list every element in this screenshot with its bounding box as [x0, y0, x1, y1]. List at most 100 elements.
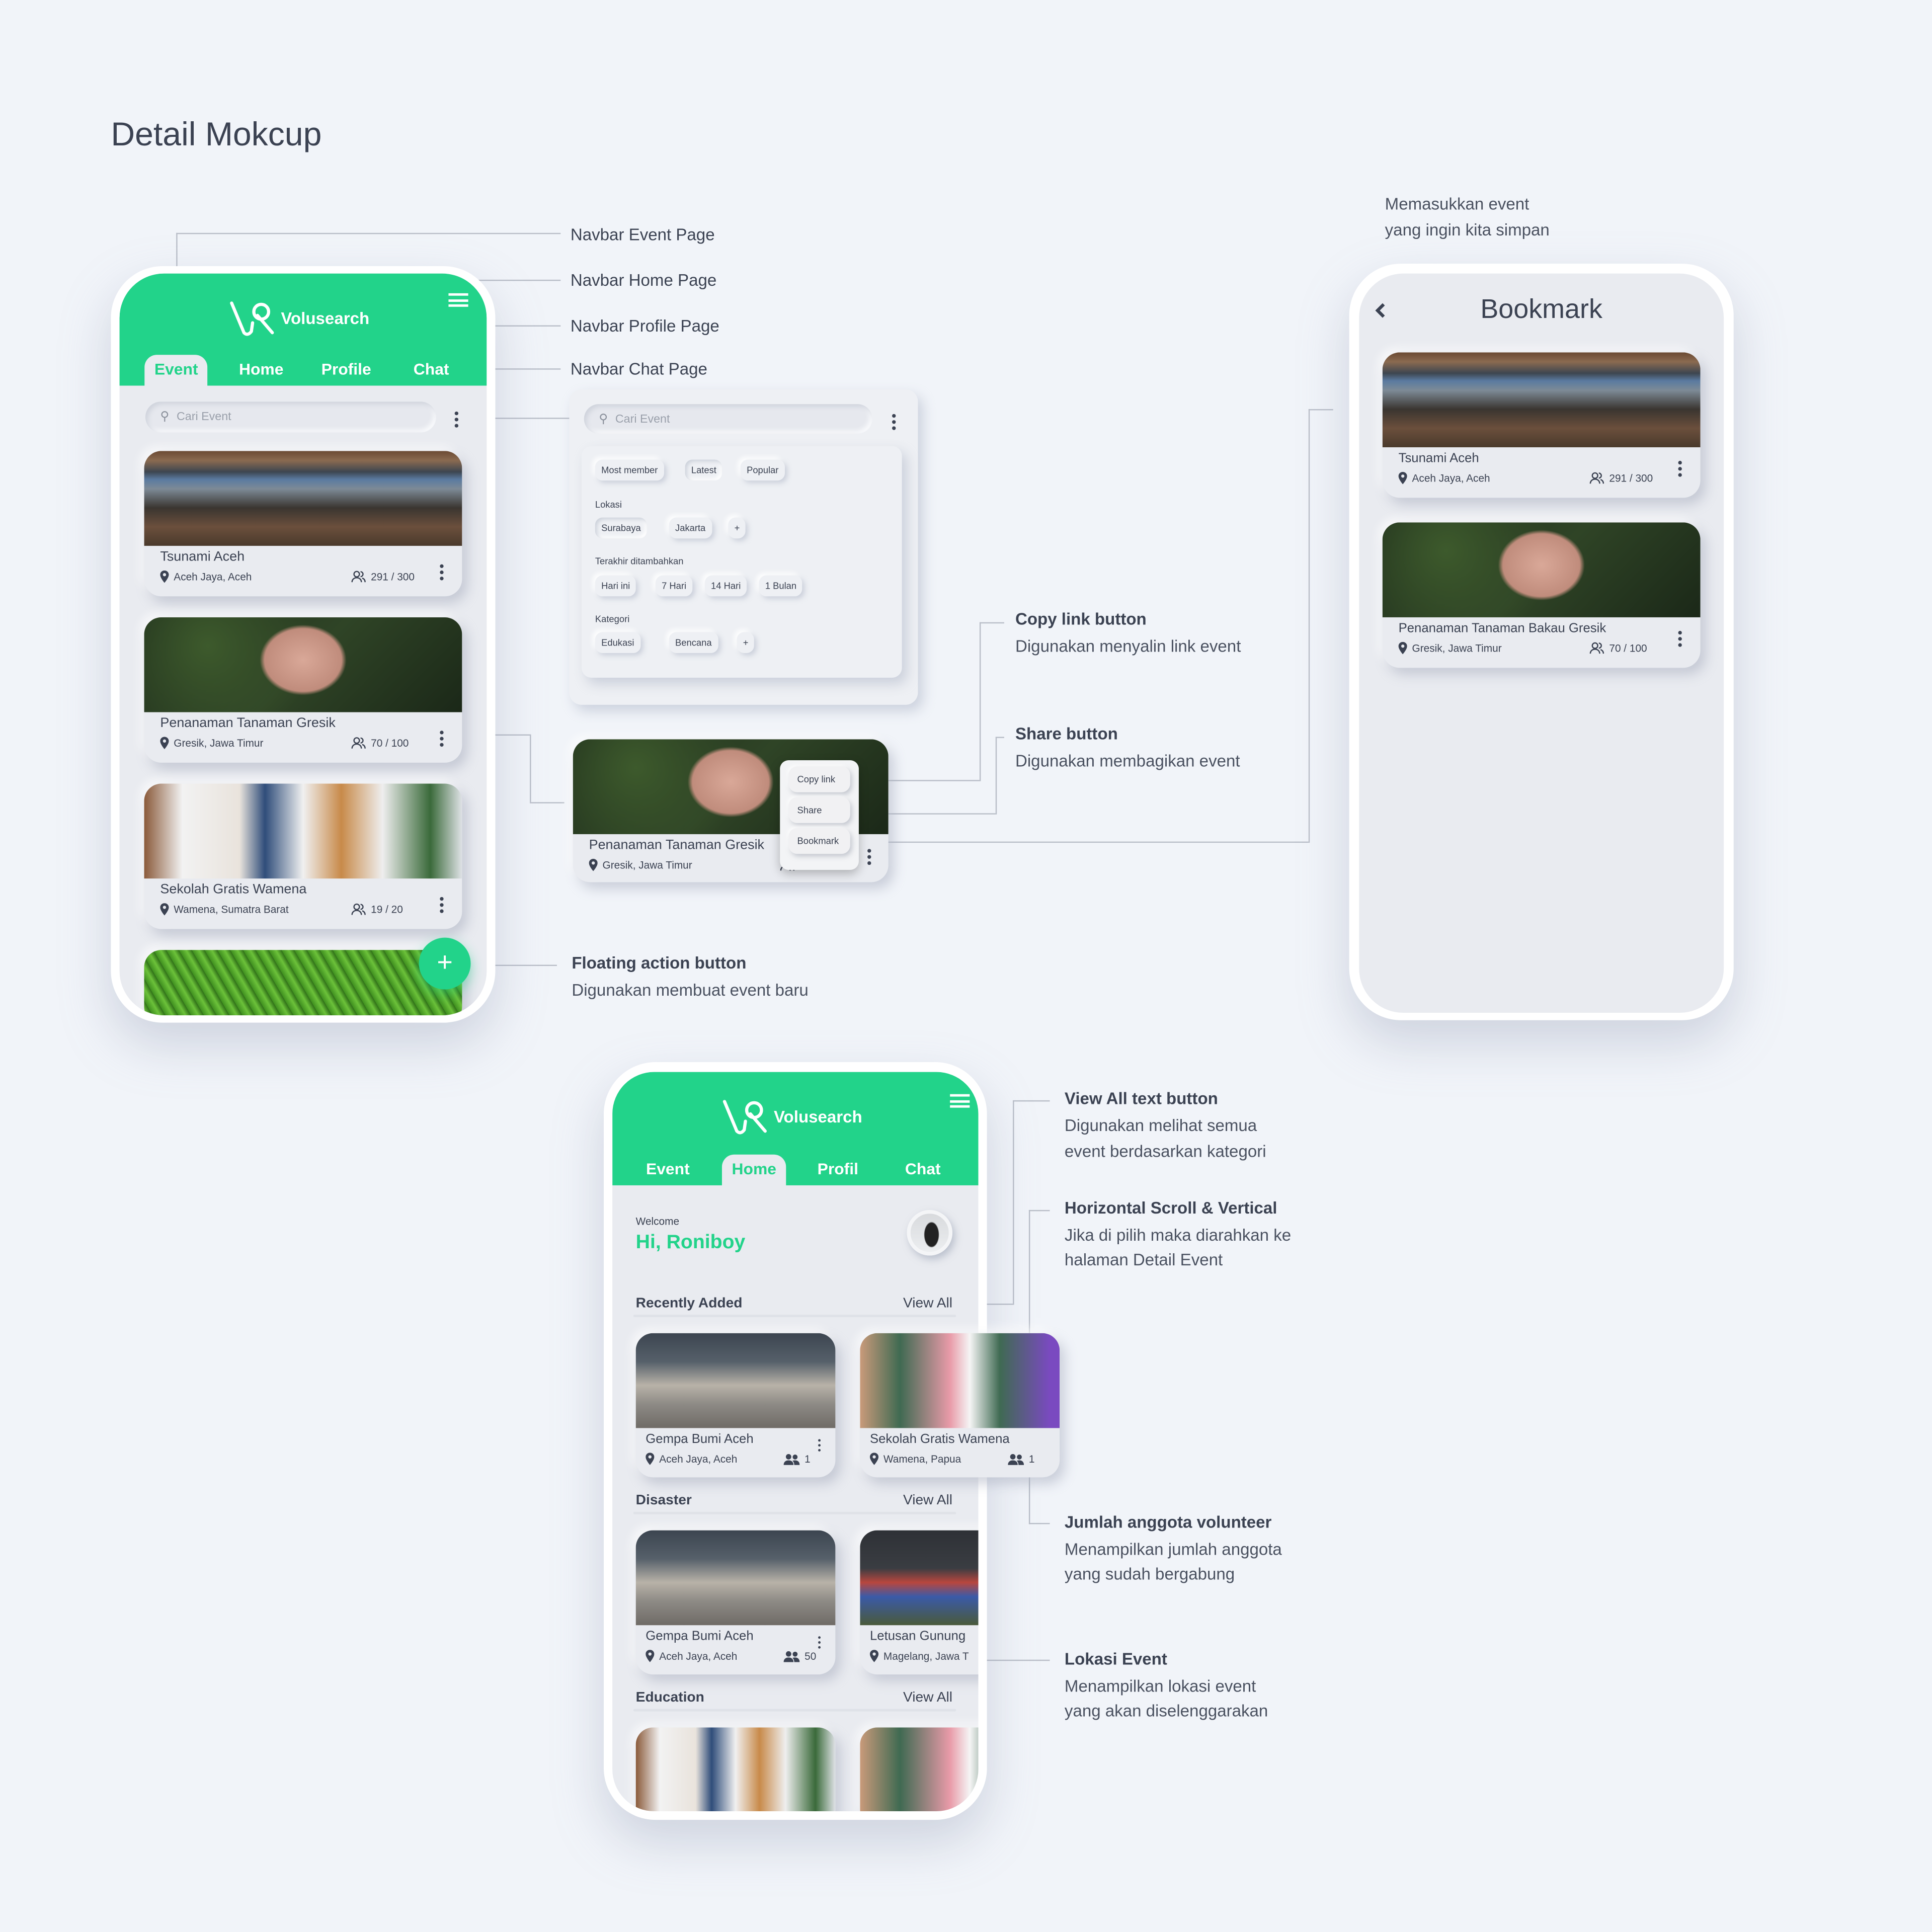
- mockup-canvas: Detail Mokcup Navbar Event Page Navbar H…: [0, 0, 1932, 1932]
- event-page-screen: Volusearch Event Home Profile Chat ⚲ Cari…: [119, 273, 487, 1015]
- filter-chip[interactable]: Edukasi: [595, 632, 640, 653]
- annotation-location-title: Lokasi Event: [1064, 1650, 1167, 1668]
- tab-event[interactable]: Event: [646, 1159, 690, 1178]
- event-card[interactable]: Gempa Bumi Aceh Aceh Jaya, Aceh 50: [635, 1530, 836, 1675]
- event-card[interactable]: [860, 1727, 979, 1812]
- event-card[interactable]: Penanaman Tanaman Bakau Gresik Gresik, Ja…: [1382, 522, 1701, 668]
- filter-more-icon[interactable]: [892, 414, 897, 433]
- filter-label-kategori: Kategori: [595, 613, 630, 625]
- filter-chip[interactable]: 14 Hari: [704, 575, 747, 597]
- members-icon: [351, 571, 366, 583]
- more-options-icon[interactable]: [1678, 460, 1683, 479]
- view-all-button[interactable]: View All: [903, 1296, 952, 1311]
- hamburger-menu-icon[interactable]: [950, 1094, 970, 1108]
- event-location: Gresik, Jawa Timur: [160, 737, 263, 749]
- event-card[interactable]: [635, 1727, 836, 1812]
- tab-chat[interactable]: Chat: [414, 360, 449, 378]
- event-card[interactable]: Gempa Bumi Aceh Aceh Jaya, Aceh 1: [635, 1333, 836, 1478]
- event-card[interactable]: Letusan Gunung Magelang, Jawa T: [860, 1530, 979, 1675]
- location-pin-icon: [160, 570, 169, 583]
- event-members: 70 / 100: [351, 737, 409, 749]
- filter-chip[interactable]: Most member: [595, 459, 664, 481]
- event-location: Aceh Jaya, Aceh: [646, 1650, 737, 1662]
- event-card[interactable]: Sekolah Gratis Wamena Wamena, Papua 1: [860, 1333, 1060, 1478]
- view-all-button[interactable]: View All: [903, 1493, 952, 1508]
- tab-profile[interactable]: Profile: [321, 360, 371, 378]
- connector-line: [176, 232, 561, 234]
- event-card[interactable]: Sekolah Gratis Wamena Wamena, Sumatra Bar…: [144, 783, 462, 929]
- connector-line: [1308, 409, 1310, 843]
- filter-chip[interactable]: Surabaya: [595, 517, 647, 539]
- annotation-view-all-title: View All text button: [1064, 1089, 1218, 1108]
- event-location-text: Gresik, Jawa Timur: [602, 858, 692, 871]
- event-location: Aceh Jaya, Aceh: [646, 1453, 737, 1465]
- annotation-navbar-profile: Navbar Profile Page: [570, 316, 719, 336]
- location-pin-icon: [869, 1453, 879, 1465]
- event-card[interactable]: [144, 950, 462, 1015]
- more-options-icon[interactable]: [818, 1439, 823, 1454]
- navbar: Volusearch Event Home Profile Chat: [119, 273, 487, 388]
- volusearch-logo-icon: [722, 1100, 767, 1135]
- event-card[interactable]: Penanaman Tanaman Gresik Gresik, Jawa Tim…: [144, 617, 462, 763]
- filter-chip[interactable]: Bencana: [669, 632, 718, 653]
- event-image: [144, 617, 462, 712]
- event-card[interactable]: Tsunami Aceh Aceh Jaya, Aceh 291 / 300: [144, 451, 462, 597]
- filter-chip[interactable]: 1 Bulan: [759, 575, 803, 597]
- filter-more-icon[interactable]: [454, 411, 460, 430]
- search-input[interactable]: ⚲ Cari Event: [145, 401, 436, 433]
- welcome-label: Welcome: [635, 1215, 680, 1228]
- more-options-icon[interactable]: [440, 564, 445, 583]
- tab-profil[interactable]: Profil: [818, 1159, 858, 1178]
- tab-chat[interactable]: Chat: [905, 1159, 941, 1178]
- hamburger-menu-icon[interactable]: [448, 293, 468, 307]
- more-options-icon[interactable]: [867, 849, 872, 867]
- avatar[interactable]: [907, 1210, 953, 1256]
- location-pin-icon: [869, 1650, 879, 1662]
- filter-chip[interactable]: Latest: [685, 459, 723, 481]
- filter-screen: ⚲ Cari Event Most member Latest Popular Loka…: [569, 389, 918, 705]
- section-divider: [633, 1709, 956, 1712]
- section-title: Recently Added: [635, 1296, 743, 1311]
- search-input[interactable]: ⚲ Cari Event: [584, 404, 872, 434]
- more-options-icon[interactable]: [440, 897, 445, 916]
- connector-line: [1308, 409, 1333, 411]
- app-name: Volusearch: [773, 1107, 862, 1126]
- filter-chip[interactable]: +: [728, 517, 746, 539]
- filter-chip[interactable]: +: [737, 632, 755, 653]
- tab-home[interactable]: Home: [721, 1154, 786, 1188]
- location-pin-icon: [646, 1650, 655, 1662]
- event-title: Gempa Bumi Aceh: [646, 1431, 754, 1447]
- event-title: Tsunami Aceh: [160, 549, 245, 565]
- event-card[interactable]: Tsunami Aceh Aceh Jaya, Aceh 291 / 300: [1382, 352, 1701, 498]
- filter-panel: Most member Latest Popular Lokasi Surabaya Ja…: [581, 446, 902, 678]
- tab-home[interactable]: Home: [239, 360, 283, 378]
- event-location-text: Aceh Jaya, Aceh: [659, 1650, 738, 1662]
- event-location-text: Aceh Jaya, Aceh: [174, 570, 252, 583]
- search-placeholder: Cari Event: [615, 412, 670, 426]
- event-location-text: Wamena, Papua: [883, 1453, 961, 1465]
- connector-line: [1028, 1522, 1050, 1524]
- filter-chip[interactable]: 7 Hari: [655, 575, 693, 597]
- home-page-screen: Volusearch Event Home Profil Chat Welcom…: [612, 1072, 1060, 1812]
- add-event-fab[interactable]: +: [419, 937, 471, 990]
- copy-link-button[interactable]: Copy link: [788, 766, 850, 792]
- connector-line: [1013, 1100, 1050, 1102]
- connector-line: [1028, 1210, 1050, 1212]
- event-location-text: Aceh Jaya, Aceh: [659, 1453, 738, 1465]
- more-options-icon[interactable]: [818, 1636, 823, 1651]
- tab-event[interactable]: Event: [144, 355, 208, 388]
- annotation-copy-link-desc: Digunakan menyalin link event: [1015, 637, 1241, 656]
- filter-chip[interactable]: Hari ini: [595, 575, 636, 597]
- filter-chip[interactable]: Jakarta: [669, 517, 712, 539]
- connector-line: [530, 802, 565, 803]
- more-options-icon[interactable]: [1678, 630, 1683, 650]
- share-button[interactable]: Share: [788, 797, 850, 823]
- location-pin-icon: [160, 903, 169, 916]
- annotation-scroll-title: Horizontal Scroll & Vertical: [1064, 1198, 1277, 1218]
- filter-chip[interactable]: Popular: [740, 459, 785, 481]
- more-options-icon[interactable]: [440, 731, 445, 749]
- bookmark-button[interactable]: Bookmark: [788, 828, 850, 854]
- event-card-with-menu[interactable]: Penanaman Tanaman Gresik Gresik, Jawa Tim…: [573, 739, 889, 882]
- view-all-button[interactable]: View All: [903, 1691, 952, 1705]
- event-image: [144, 451, 462, 546]
